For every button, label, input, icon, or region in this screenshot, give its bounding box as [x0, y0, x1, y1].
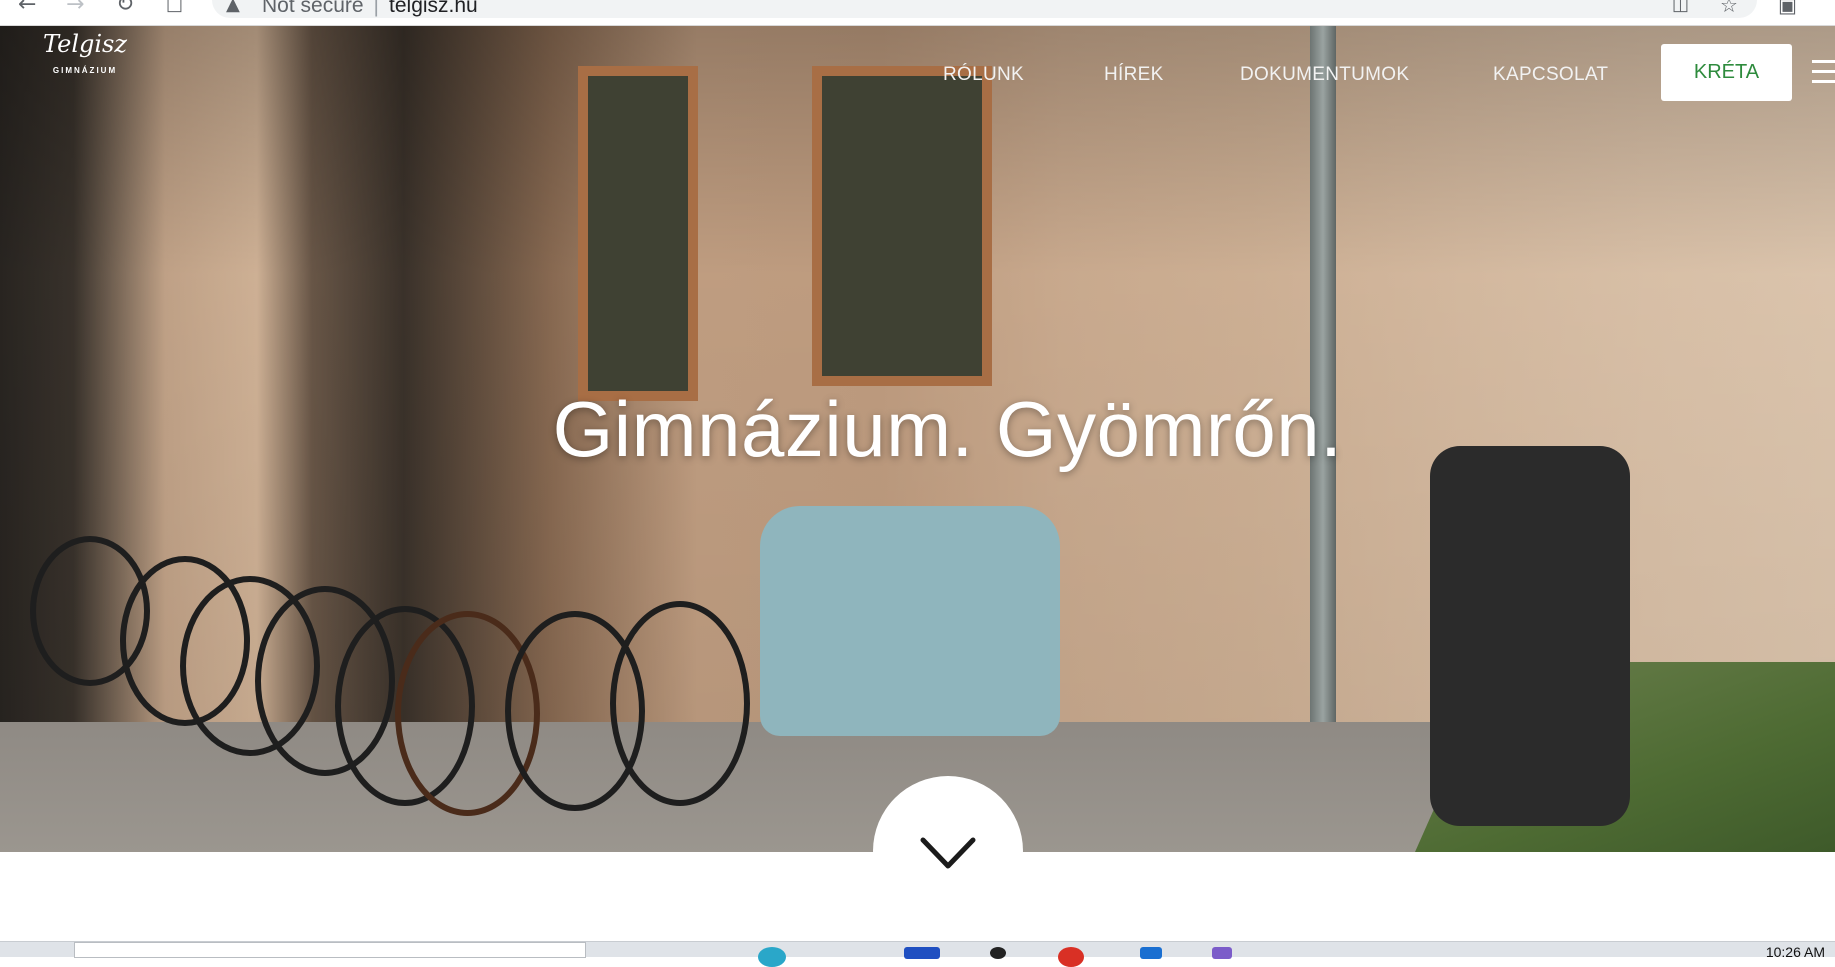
edge-app-icon[interactable]: [758, 947, 786, 967]
os-taskbar: 10:26 AM: [0, 941, 1835, 967]
motorcycle: [1430, 446, 1630, 826]
chrome-app-icon[interactable]: [1058, 947, 1084, 967]
nav-item-dokumentumok[interactable]: DOKUMENTUMOK: [1240, 64, 1409, 86]
nav-item-hirek[interactable]: HÍREK: [1104, 64, 1164, 86]
scroll-down-button[interactable]: [873, 776, 1023, 926]
taskbar-search-box[interactable]: [74, 942, 586, 958]
main-navigation: RÓLUNK HÍREK DOKUMENTUMOK KAPCSOLAT KRÉT…: [0, 0, 1835, 101]
app-icon[interactable]: [1212, 947, 1232, 959]
kreta-button[interactable]: KRÉTA: [1661, 44, 1792, 101]
chevron-down-icon: [920, 837, 976, 869]
app-icon[interactable]: [1140, 947, 1162, 959]
word-app-icon[interactable]: [904, 947, 940, 959]
scooter: [760, 506, 1060, 736]
hamburger-menu-icon[interactable]: [1812, 60, 1835, 90]
app-icon[interactable]: [990, 947, 1006, 959]
building-window: [578, 66, 698, 401]
hero-section: Gimnázium. Gyömrőn.: [0, 26, 1835, 852]
hero-headline: Gimnázium. Gyömrőn.: [552, 385, 1343, 473]
nav-item-rolunk[interactable]: RÓLUNK: [943, 64, 1024, 86]
nav-item-kapcsolat[interactable]: KAPCSOLAT: [1493, 64, 1608, 86]
building-window: [812, 66, 992, 386]
taskbar-clock[interactable]: 10:26 AM: [1766, 944, 1825, 960]
bicycle-wheel: [610, 601, 750, 806]
